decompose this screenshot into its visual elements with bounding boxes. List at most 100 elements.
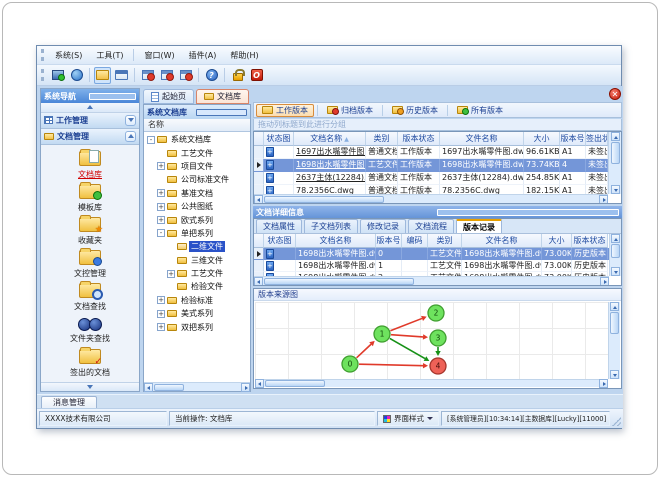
scroll-thumb[interactable] [265,380,325,387]
graph-vertical-scrollbar[interactable] [608,302,620,379]
column-header[interactable]: 大小 [524,132,560,146]
collapse-minus-icon[interactable]: - [157,229,165,238]
pin-icon[interactable] [196,108,247,116]
browse-icon[interactable] [68,67,85,84]
sidebar-item-doc-control[interactable]: 文控管理 [41,247,139,283]
sidebar-group-document-management[interactable]: 文档管理 [41,128,139,145]
scroll-left-arrow[interactable] [144,382,153,392]
scroll-thumb[interactable] [610,312,619,334]
tab-modification-log[interactable]: 修改记录 [360,219,406,233]
menu-item[interactable]: 系统(S) [48,48,89,63]
scroll-down-arrow[interactable] [610,185,620,194]
expand-plus-icon[interactable]: + [157,202,165,211]
sidebar-item-folder-search[interactable]: 文件夹查找 [41,316,139,349]
column-header[interactable]: 签出状态 [586,132,608,146]
column-header[interactable]: 状态图 [264,132,294,146]
scroll-up-arrow[interactable] [610,132,620,141]
folder-open-icon[interactable] [94,66,111,84]
expand-plus-icon[interactable]: + [157,296,165,305]
sidebar-collapse-strip[interactable] [41,103,139,113]
scroll-down-arrow[interactable] [610,370,619,379]
scroll-thumb[interactable] [264,195,384,203]
column-header[interactable]: 版本状态 [398,132,440,146]
tree-item[interactable]: + 项目文件 [144,160,250,173]
tree-item[interactable]: - 单把系列 [144,227,250,240]
column-header[interactable]: 版本号 [376,234,402,248]
table-vertical-scrollbar[interactable] [608,132,621,194]
close-icon[interactable] [609,88,621,100]
button-all-versions[interactable]: 所有版本 [451,104,509,117]
expand-plus-icon[interactable]: + [157,162,165,171]
expand-group-button[interactable] [125,114,136,126]
column-header[interactable]: 版本号 [560,132,586,146]
scroll-up-arrow[interactable] [610,302,619,311]
column-header[interactable]: 文件名称 [462,234,542,248]
tree-item[interactable]: + 检验标准 [144,294,250,307]
column-header[interactable]: 类别 [366,132,398,146]
scroll-right-arrow[interactable] [599,379,608,388]
tree-horizontal-scrollbar[interactable] [144,382,250,392]
expand-plus-icon[interactable]: + [167,269,175,278]
button-working-version[interactable]: 工作版本 [256,103,314,117]
pin-icon[interactable] [436,208,619,216]
table-row[interactable]: 1698出水嘴零件图.dwg工艺文件工作版本1698出水嘴零件图.dwg73.7… [254,159,621,172]
tab-workflow[interactable]: 文档流程 [408,219,454,233]
scroll-right-arrow[interactable] [600,276,609,285]
lock-icon[interactable] [229,67,246,84]
scroll-thumb[interactable] [610,142,620,164]
scroll-thumb[interactable] [264,277,414,285]
doc-close-all-icon[interactable] [158,67,175,84]
column-header[interactable]: 编码 [402,234,428,248]
menu-item[interactable]: 插件(A) [182,48,224,63]
sidebar-item-favorites[interactable]: 收藏夹 [41,214,139,250]
scroll-left-arrow[interactable] [254,276,263,285]
column-header[interactable]: 版本状态 [572,234,608,248]
exit-icon[interactable] [248,67,265,84]
column-header[interactable]: 文件名称 [440,132,524,146]
menu-item[interactable]: 帮助(H) [223,48,265,63]
doc-force-close-icon[interactable] [177,67,194,84]
window-list-icon[interactable] [113,67,130,84]
column-header[interactable]: 文档名称 [296,234,376,248]
table-horizontal-scrollbar[interactable] [254,276,609,285]
ui-style-dropdown[interactable]: 界面样式 [377,411,439,426]
tree-item[interactable]: 三维文件 [144,254,250,267]
expand-plus-icon[interactable]: + [157,323,165,332]
expand-plus-icon[interactable]: + [157,189,165,198]
tab-version-history[interactable]: 版本记录 [456,219,502,233]
sidebar-item-checked-out-docs[interactable]: 签出的文档 [41,346,139,382]
tree-item[interactable]: - 系统文档库 [144,133,250,146]
scroll-left-arrow[interactable] [254,194,263,203]
tab-sub-documents[interactable]: 子文档列表 [304,219,358,233]
table-horizontal-scrollbar[interactable] [254,194,608,203]
scroll-right-arrow[interactable] [241,382,250,392]
expand-plus-icon[interactable]: + [157,216,165,225]
tab-properties[interactable]: 文档属性 [256,219,302,233]
doc-close-icon[interactable] [139,67,156,84]
tree-item[interactable]: 工艺文件 [144,146,250,159]
tree-item[interactable]: + 欧式系列 [144,213,250,226]
tab-start-page[interactable]: 起始页 [143,89,194,104]
resize-grip[interactable] [612,417,621,426]
sidebar-item-doc-library[interactable]: 文档库 [41,148,139,184]
table-vertical-scrollbar[interactable] [609,234,621,276]
column-header[interactable]: 状态图 [264,234,296,248]
scroll-thumb[interactable] [154,383,184,391]
tree-column-header[interactable]: 名称 [144,119,250,132]
column-header[interactable]: 大小 [542,234,572,248]
table-row[interactable]: 1698出水嘴零件图.dwg0工艺文件1698出水嘴零件图.dwg73.00KB… [254,248,621,260]
expand-plus-icon[interactable]: + [157,309,165,318]
tree-item[interactable]: + 公共图纸 [144,200,250,213]
button-history-version[interactable]: 历史版本 [386,104,444,117]
tree-item[interactable]: + 双把系列 [144,320,250,333]
connect-icon[interactable] [49,67,66,84]
tree-item[interactable]: + 工艺文件 [144,267,250,280]
button-archived-version[interactable]: 归档版本 [321,104,379,117]
scroll-left-arrow[interactable] [255,379,264,388]
table-row[interactable]: 1698出水嘴零件图.dwg1工艺文件1698出水嘴零件图.dwg73.00KB… [254,260,621,272]
tab-document-library[interactable]: 文档库 [196,89,249,104]
tree-item[interactable]: + 美式系列 [144,307,250,320]
scroll-thumb[interactable] [611,244,620,258]
tree-item[interactable]: 公司标准文件 [144,173,250,186]
pin-icon[interactable] [89,92,136,100]
